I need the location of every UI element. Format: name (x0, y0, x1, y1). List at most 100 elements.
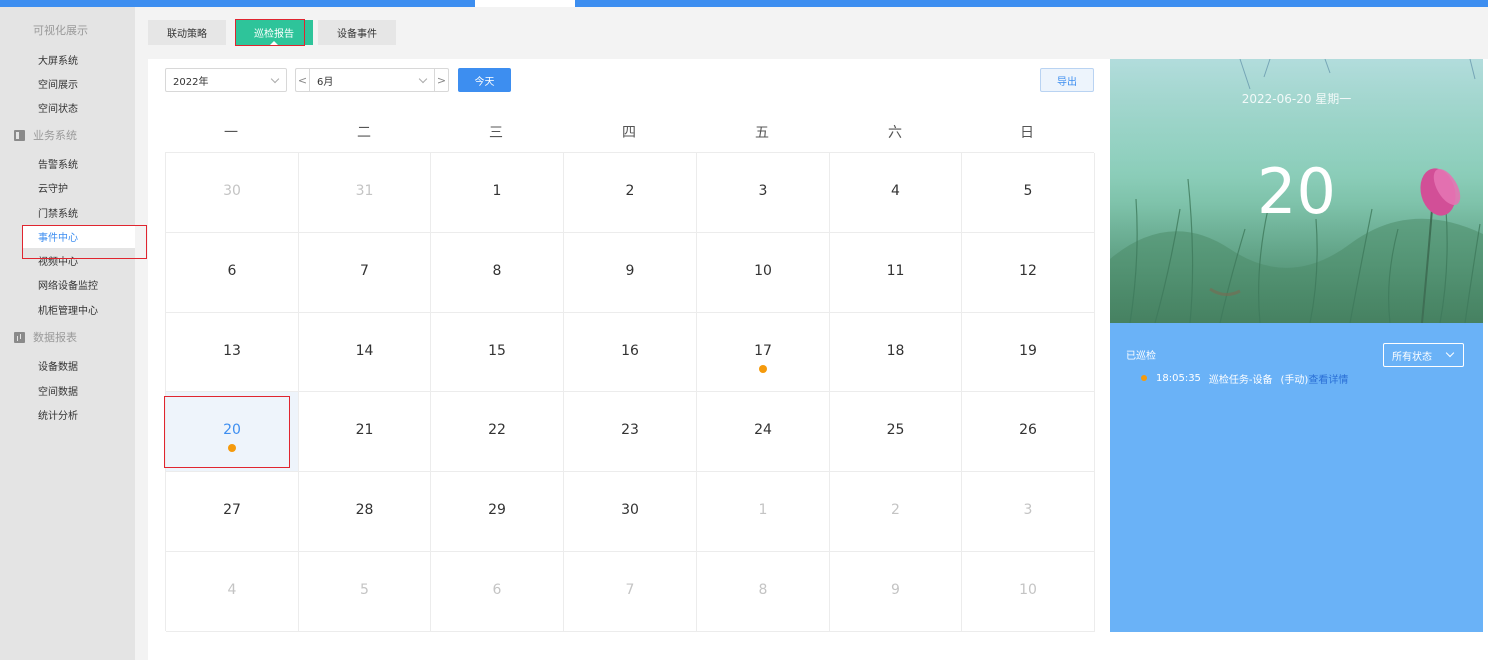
calendar-day[interactable]: 15 (431, 313, 564, 392)
year-select[interactable]: 2022年 (165, 68, 287, 92)
sidebar-group-label: 可视化展示 (33, 24, 88, 37)
sidebar-item-space-display[interactable]: 空间展示 (38, 74, 78, 92)
calendar-day[interactable]: 3 (697, 153, 830, 233)
calendar-day[interactable]: 5 (299, 552, 431, 632)
bar-chart-icon (14, 331, 25, 343)
calendar-day[interactable]: 2 (830, 472, 962, 552)
day-number: 2 (625, 183, 635, 199)
calendar-day[interactable]: 25 (830, 392, 962, 472)
export-button[interactable]: 导出 (1040, 68, 1094, 92)
day-number: 30 (223, 183, 241, 199)
sidebar-item-cabinet-center[interactable]: 机柜管理中心 (38, 300, 98, 318)
today-button[interactable]: 今天 (458, 68, 511, 92)
top-bar-gap (475, 0, 575, 7)
day-number: 9 (625, 263, 635, 279)
calendar-day[interactable]: 22 (431, 392, 564, 472)
status-filter-select[interactable]: 所有状态 (1383, 343, 1464, 367)
calendar-day[interactable]: 2 (564, 153, 697, 233)
calendar-day[interactable]: 10 (962, 552, 1095, 632)
sidebar: 可视化展示 大屏系统 空间展示 空间状态 业务系统 告警系统 云守护 门禁系统 … (0, 7, 190, 660)
day-number: 15 (488, 343, 506, 359)
calendar-day[interactable]: 1 (431, 153, 564, 233)
day-number: 10 (1019, 582, 1037, 598)
calendar-day[interactable]: 3 (962, 472, 1095, 552)
calendar-day[interactable]: 26 (962, 392, 1095, 472)
sidebar-group-visualization[interactable]: 可视化展示 (14, 20, 190, 188)
day-number: 21 (355, 422, 374, 438)
day-number: 14 (355, 343, 374, 359)
tab-device-events[interactable]: 设备事件 (318, 20, 396, 45)
calendar-day[interactable]: 4 (166, 552, 299, 632)
entry-task: 巡检任务-设备 (1208, 375, 1273, 386)
tab-linkage-strategy[interactable]: 联动策略 (148, 20, 226, 45)
day-number: 19 (1019, 343, 1037, 359)
calendar-day[interactable]: 17 (697, 313, 830, 392)
calendar-day[interactable]: 8 (431, 233, 564, 313)
calendar-day[interactable]: 29 (431, 472, 564, 552)
day-number: 30 (621, 502, 639, 518)
calendar-day[interactable]: 12 (962, 233, 1095, 313)
inspected-section-title: 已巡检 (1126, 351, 1156, 362)
calendar-day[interactable]: 21 (299, 392, 431, 472)
sidebar-group-reports[interactable]: 数据报表 (14, 327, 77, 347)
calendar-day[interactable]: 10 (697, 233, 830, 313)
calendar-day[interactable]: 9 (830, 552, 962, 632)
calendar-day[interactable]: 23 (564, 392, 697, 472)
day-number: 9 (891, 582, 900, 598)
calendar-day[interactable]: 28 (299, 472, 431, 552)
sidebar-item-network-monitor[interactable]: 网络设备监控 (38, 275, 98, 293)
day-number: 8 (492, 263, 502, 279)
weekday-header: 四 (622, 125, 636, 141)
day-number: 18 (886, 343, 905, 359)
weekday-header: 五 (755, 125, 769, 141)
calendar-day[interactable]: 6 (166, 233, 299, 313)
sidebar-item-access-control[interactable]: 门禁系统 (38, 203, 78, 221)
selected-day-number: 20 (1257, 155, 1336, 228)
day-number: 12 (1019, 263, 1037, 279)
day-number: 26 (1019, 422, 1037, 438)
calendar-day[interactable]: 4 (830, 153, 962, 233)
calendar-day[interactable]: 7 (564, 552, 697, 632)
calendar-day[interactable]: 8 (697, 552, 830, 632)
calendar-grid: 30 31 1 2 3 4 5 6 7 8 9 10 11 12 13 14 15 16 17 18 19 20 21 22 2… (165, 152, 1095, 632)
calendar-day[interactable]: 30 (166, 153, 299, 233)
calendar-day[interactable]: 7 (299, 233, 431, 313)
calendar-day[interactable]: 19 (962, 313, 1095, 392)
calendar-day[interactable]: 1 (697, 472, 830, 552)
calendar-day[interactable]: 9 (564, 233, 697, 313)
calendar-day[interactable]: 27 (166, 472, 299, 552)
calendar-day[interactable]: 6 (431, 552, 564, 632)
month-select[interactable]: 6月 (309, 68, 435, 92)
day-number: 6 (227, 263, 237, 279)
calendar-day[interactable]: 30 (564, 472, 697, 552)
sidebar-item-space-data[interactable]: 空间数据 (38, 381, 78, 399)
sidebar-item-cloud-guard[interactable]: 云守护 (38, 178, 68, 196)
sidebar-item-device-data[interactable]: 设备数据 (38, 356, 78, 374)
view-details-link[interactable]: 查看详情 (1308, 371, 1348, 386)
next-month-button[interactable]: > (435, 68, 449, 92)
sidebar-item-space-status[interactable]: 空间状态 (38, 98, 78, 116)
calendar-day[interactable]: 13 (166, 313, 299, 392)
weekday-header: 二 (357, 125, 371, 141)
sidebar-group-business[interactable]: 业务系统 (14, 125, 77, 145)
sidebar-item-statistics[interactable]: 统计分析 (38, 405, 78, 423)
calendar-day[interactable]: 14 (299, 313, 431, 392)
day-number: 22 (488, 422, 506, 438)
sidebar-item-alarm[interactable]: 告警系统 (38, 154, 78, 172)
calendar-day[interactable]: 11 (830, 233, 962, 313)
calendar-day[interactable]: 16 (564, 313, 697, 392)
calendar-day[interactable]: 5 (962, 153, 1095, 233)
selected-date-line: 2022-06-20 星期一 (1241, 92, 1352, 106)
day-number: 6 (492, 582, 502, 598)
top-accent-bar (0, 0, 1488, 7)
calendar-day[interactable]: 18 (830, 313, 962, 392)
inspection-list-panel: 已巡检 所有状态 18:05:35 巡检任务-设备 (手动) 查看详情 (1110, 323, 1483, 632)
day-number: 13 (223, 343, 241, 359)
calendar-day[interactable]: 31 (299, 153, 431, 233)
month-select-value: 6月 (317, 76, 334, 88)
date-banner: 2022-06-20 星期一 20 (1110, 59, 1483, 323)
calendar-day[interactable]: 24 (697, 392, 830, 472)
prev-month-button[interactable]: < (295, 68, 309, 92)
sidebar-item-big-screen[interactable]: 大屏系统 (38, 50, 78, 68)
chevron-down-icon (1445, 348, 1455, 358)
